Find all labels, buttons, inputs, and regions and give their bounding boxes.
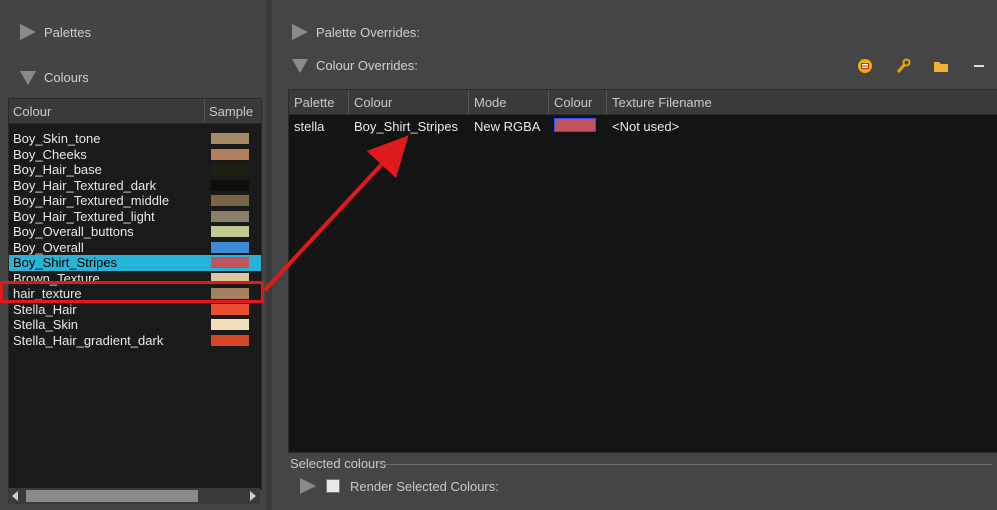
colour-cell: Boy_Shirt_Stripes xyxy=(354,118,459,134)
list-item[interactable]: Stella_Hair xyxy=(9,302,261,318)
override-colour-swatch[interactable] xyxy=(554,117,596,132)
colour-column-header[interactable]: Colour xyxy=(9,99,205,123)
colour-swatch xyxy=(211,164,249,176)
colours-section-header[interactable]: Colours xyxy=(20,70,89,85)
palettes-section-header[interactable]: Palettes xyxy=(20,24,91,40)
colour-name: hair_texture xyxy=(13,286,82,302)
palettes-label: Palettes xyxy=(44,24,91,40)
render-selected-label: Render Selected Colours: xyxy=(350,478,499,494)
collapse-arrow-icon[interactable] xyxy=(292,58,308,73)
colour-swatch xyxy=(211,319,249,331)
colour-swatch xyxy=(211,288,249,300)
colour-swatch xyxy=(211,179,249,191)
colour-swatch xyxy=(211,133,249,145)
colour-swatch xyxy=(211,257,249,269)
colour-name: Boy_Overall_buttons xyxy=(13,224,134,240)
render-selected-checkbox[interactable] xyxy=(326,479,340,493)
colour-swatch xyxy=(211,195,249,207)
list-item[interactable]: Boy_Cheeks xyxy=(9,147,261,163)
list-item[interactable]: Boy_Hair_Textured_light xyxy=(9,209,261,225)
divider-line xyxy=(382,464,992,465)
list-item[interactable]: Stella_Hair_gradient_dark xyxy=(9,333,261,349)
palette-overrides-label: Palette Overrides: xyxy=(316,24,421,40)
texture-filename-column-header[interactable]: Texture Filename xyxy=(607,90,997,114)
palette-overrides-header[interactable]: Palette Overrides: xyxy=(292,24,420,40)
colour-swatch xyxy=(211,241,249,253)
list-item[interactable]: Brown_Texture xyxy=(9,271,261,287)
scroll-thumb[interactable] xyxy=(26,490,198,502)
colour-name: Boy_Skin_tone xyxy=(13,131,101,147)
collapse-arrow-icon[interactable] xyxy=(20,70,36,85)
minus-icon[interactable] xyxy=(971,58,987,74)
colour-list-panel: Palettes Colours Colour Sample Boy_Skin_… xyxy=(0,0,267,510)
colour-swatch xyxy=(211,226,249,238)
texture-cell: <Not used> xyxy=(612,118,680,134)
colour-swatch xyxy=(211,210,249,222)
colour-column-header[interactable]: Colour xyxy=(349,90,469,114)
colour-name: Boy_Shirt_Stripes xyxy=(13,255,118,271)
expand-arrow-icon[interactable] xyxy=(300,478,316,494)
colour-swatch xyxy=(211,303,249,315)
expand-arrow-icon[interactable] xyxy=(292,24,308,40)
colour-swatch xyxy=(211,334,249,346)
scroll-left-icon[interactable] xyxy=(12,491,18,501)
folder-icon[interactable] xyxy=(933,58,949,74)
palette-cell: stella xyxy=(294,118,325,134)
list-item[interactable]: Boy_Shirt_Stripes xyxy=(9,255,261,271)
color-picker-icon[interactable] xyxy=(857,58,873,74)
mode-column-header[interactable]: Mode xyxy=(469,90,549,114)
colour-name: Stella_Hair xyxy=(13,301,77,317)
colour-name: Brown_Texture xyxy=(13,270,100,286)
expand-arrow-icon[interactable] xyxy=(20,24,36,40)
swatch-column-header[interactable]: Colour xyxy=(549,90,607,114)
list-item[interactable]: Boy_Hair_Textured_middle xyxy=(9,193,261,209)
table-row[interactable]: stella Boy_Shirt_Stripes New RGBA <Not u… xyxy=(289,115,997,137)
overrides-panel: Palette Overrides: Colour Overrides: Pal… xyxy=(272,0,997,510)
colour-overrides-header[interactable]: Colour Overrides: xyxy=(292,58,418,73)
colour-name: Boy_Hair_Textured_dark xyxy=(13,177,157,193)
horizontal-scrollbar[interactable] xyxy=(8,488,260,504)
list-item[interactable]: Boy_Hair_base xyxy=(9,162,261,178)
colours-label: Colours xyxy=(44,70,89,85)
list-item[interactable]: Boy_Overall_buttons xyxy=(9,224,261,240)
list-item[interactable]: Boy_Hair_Textured_dark xyxy=(9,178,261,194)
table-header: Palette Colour Mode Colour Texture Filen… xyxy=(289,90,997,115)
list-item[interactable]: hair_texture xyxy=(9,286,261,302)
colour-overrides-table[interactable]: Palette Colour Mode Colour Texture Filen… xyxy=(288,89,997,453)
palette-column-header[interactable]: Palette xyxy=(289,90,349,114)
colour-list-header: Colour Sample xyxy=(9,99,261,124)
list-item[interactable]: Boy_Skin_tone xyxy=(9,131,261,147)
colour-name: Boy_Hair_base xyxy=(13,162,102,178)
colour-name: Stella_Hair_gradient_dark xyxy=(13,332,164,348)
colour-swatch xyxy=(211,148,249,160)
colour-name: Stella_Skin xyxy=(13,317,79,333)
colour-swatch xyxy=(211,272,249,284)
selected-colours-label: Selected colours xyxy=(290,456,387,471)
list-item[interactable]: Stella_Skin xyxy=(9,317,261,333)
wrench-icon[interactable] xyxy=(895,58,911,74)
render-selected-row: Render Selected Colours: xyxy=(300,478,499,494)
list-item[interactable]: Boy_Overall xyxy=(9,240,261,256)
swatch-cell[interactable] xyxy=(549,117,607,135)
mode-cell: New RGBA xyxy=(474,118,541,134)
sample-column-header[interactable]: Sample xyxy=(205,99,261,123)
colour-name: Boy_Hair_Textured_light xyxy=(13,208,155,224)
colour-list[interactable]: Colour Sample Boy_Skin_tone Boy_Cheeks Boy… xyxy=(8,98,262,490)
colour-name: Boy_Cheeks xyxy=(13,146,87,162)
colour-name: Boy_Hair_Textured_middle xyxy=(13,193,170,209)
colour-name: Boy_Overall xyxy=(13,239,84,255)
overrides-toolbar xyxy=(857,58,987,74)
scroll-right-icon[interactable] xyxy=(250,491,256,501)
colour-overrides-label: Colour Overrides: xyxy=(316,58,418,73)
